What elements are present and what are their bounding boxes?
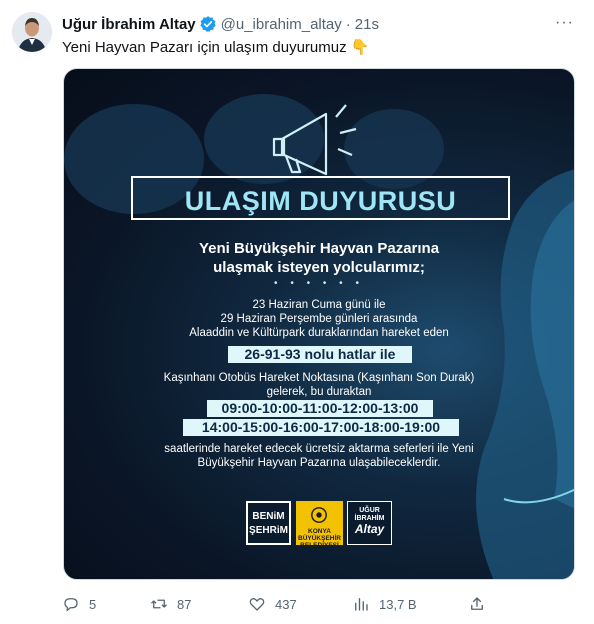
poster-content: ULAŞIM DUYURUSU Yeni Büyükşehir Hayvan P…: [64, 69, 574, 579]
time-separator: ·: [345, 15, 351, 33]
retweet-count: 87: [177, 596, 192, 612]
announcement-title-box: ULAŞIM DUYURUSU: [131, 176, 510, 220]
logo-text: BENiM: [252, 511, 285, 522]
footer-line: Büyükşehir Hayvan Pazarına ulaşabilecekl…: [197, 457, 441, 469]
stop-line: gelerek, bu duraktan: [266, 386, 372, 398]
heading-line: ulaşmak isteyen yolcularımız;: [213, 259, 425, 276]
reply-icon: [64, 598, 78, 612]
date-line: 23 Haziran Cuma günü ile: [252, 299, 386, 311]
stop-text: Kaşınhanı Otobüs Hareket Noktasına (Kaşı…: [64, 371, 574, 399]
announcement-title: ULAŞIM DUYURUSU: [184, 186, 457, 216]
logo-text: BÜYÜKŞEHİR: [298, 535, 341, 542]
logo-text: UĞUR: [359, 507, 380, 514]
emblem-icon: [311, 507, 327, 523]
retweet-button[interactable]: 87: [150, 594, 191, 614]
avatar[interactable]: [12, 12, 52, 52]
tweet-action-bar: 5 87 437 13,7 B: [62, 594, 492, 614]
logo-text: BELEDİYESİ: [300, 542, 339, 549]
author-handle[interactable]: @u_ibrahim_altay: [221, 16, 342, 33]
bus-lines-highlight: 26-91-93 nolu hatlar ile: [228, 346, 412, 363]
author-display-name[interactable]: Uğur İbrahim Altay: [62, 16, 196, 33]
departure-times-row: 14:00-15:00-16:00-17:00-18:00-19:00: [183, 419, 459, 436]
konya-buyuksehir-logo: KONYA BÜYÜKŞEHİR BELEDİYESİ: [296, 501, 343, 549]
reply-button[interactable]: 5: [62, 594, 96, 614]
stop-line: Kaşınhanı Otobüs Hareket Noktasına (Kaşı…: [163, 372, 475, 384]
footer-line: saatlerinde hareket edecek ücretsiz akta…: [164, 443, 474, 455]
views-button[interactable]: 13,7 B: [352, 594, 417, 614]
footer-text: saatlerinde hareket edecek ücretsiz akta…: [64, 442, 574, 470]
verified-badge-icon: [199, 15, 217, 33]
tweet-media-image[interactable]: ULAŞIM DUYURUSU Yeni Büyükşehir Hayvan P…: [63, 68, 575, 580]
separator-dots: • • • • • •: [274, 278, 364, 289]
more-icon[interactable]: ···: [555, 14, 574, 32]
benim-sehrim-logo: BENiM ŞEHRiM: [246, 501, 291, 545]
logo-text: Altay: [354, 522, 385, 536]
heading-line: Yeni Büyükşehir Hayvan Pazarına: [198, 240, 440, 257]
tweet-header: Uğur İbrahim Altay @u_ibrahim_altay · 21…: [62, 14, 582, 34]
date-line: Alaaddin ve Kültürpark duraklarından har…: [189, 327, 449, 339]
share-icon: [471, 597, 483, 610]
reply-count: 5: [89, 596, 97, 612]
like-button[interactable]: 437: [248, 594, 297, 614]
retweet-icon: [151, 599, 167, 609]
timestamp[interactable]: 21s: [355, 16, 379, 33]
poster-heading: Yeni Büyükşehir Hayvan Pazarına ulaşmak …: [64, 239, 574, 277]
departure-times-row: 09:00-10:00-11:00-12:00-13:00: [207, 400, 433, 417]
tweet-text: Yeni Hayvan Pazarı için ulaşım duyurumuz…: [62, 39, 370, 56]
ugur-ibrahim-altay-logo: UĞUR İBRAHİM Altay: [347, 501, 392, 545]
share-button[interactable]: [468, 594, 486, 614]
like-icon: [249, 598, 265, 611]
views-icon: [355, 598, 368, 611]
date-text: 23 Haziran Cuma günü ile 29 Haziran Perş…: [64, 298, 574, 340]
like-count: 437: [275, 596, 297, 612]
date-line: 29 Haziran Perşembe günleri arasında: [220, 313, 418, 325]
logo-text: KONYA: [308, 528, 331, 535]
logo-text: ŞEHRiM: [249, 525, 288, 536]
views-count: 13,7 B: [379, 596, 417, 612]
